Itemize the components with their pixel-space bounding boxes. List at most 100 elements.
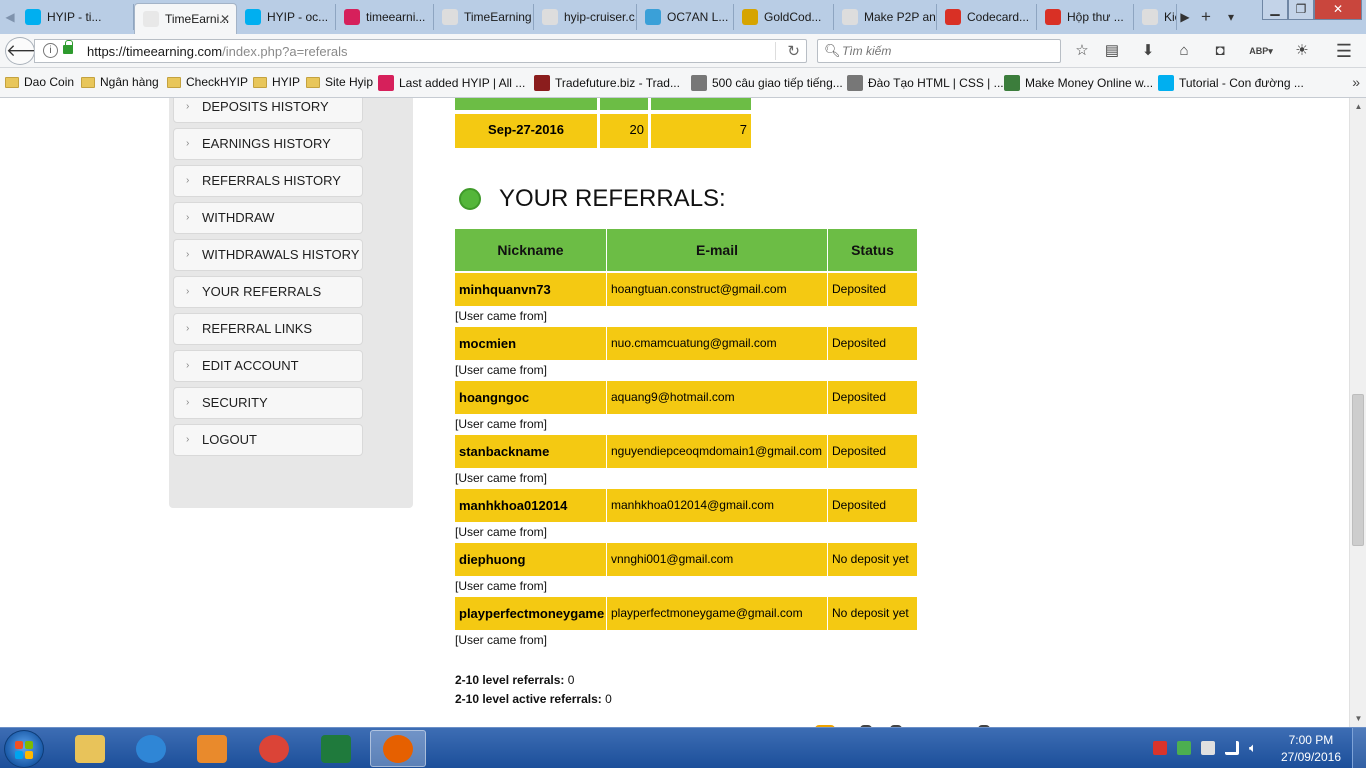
bookmark-link[interactable]: 500 câu giao tiếp tiếng... <box>691 75 843 91</box>
taskbar-firefox[interactable] <box>370 730 426 767</box>
browser-tab[interactable]: Make P2P an... <box>834 4 937 30</box>
deposit-header-cell <box>600 98 648 110</box>
scroll-up-icon[interactable]: ▲ <box>1350 98 1366 115</box>
clock-time: 7:00 PM <box>1288 733 1334 747</box>
bird-icon <box>645 9 661 25</box>
home-icon[interactable]: ⌂ <box>1173 41 1195 61</box>
url-bar[interactable]: i https://timeearning.com/index.php?a=re… <box>34 39 807 63</box>
sidebar-item-withdrawals-history[interactable]: › WITHDRAWALS HISTORY <box>173 239 363 271</box>
user-came-from-text: [User came from] <box>455 309 548 323</box>
allmyhyips-icon <box>344 9 360 25</box>
bookmark-folder[interactable]: CheckHYIP <box>167 75 248 89</box>
bookmark-folder[interactable]: Site Hyip <box>306 75 373 89</box>
taskbar-explorer[interactable] <box>62 730 118 767</box>
bookmark-link[interactable]: Make Money Online w... <box>1004 75 1153 91</box>
browser-tab[interactable]: timeearni... <box>336 4 434 30</box>
bookmark-link[interactable]: Last added HYIP | All ... <box>378 75 525 91</box>
taskbar-media-player[interactable] <box>184 730 240 767</box>
sidebar-item-edit-account[interactable]: › EDIT ACCOUNT <box>173 350 363 382</box>
folder-icon <box>81 76 95 88</box>
taskbar-excel[interactable] <box>308 730 364 767</box>
browser-tab[interactable]: Kiếm <box>1134 4 1177 30</box>
bookmark-star-icon[interactable]: ☆ <box>1071 41 1093 61</box>
browser-tab[interactable]: Hộp thư ... <box>1037 4 1134 30</box>
navigation-toolbar: 🡐 i https://timeearning.com/index.php?a=… <box>0 34 1366 68</box>
tab-label: Codecard... <box>967 10 1030 24</box>
browser-tab[interactable]: OC7AN L... <box>637 4 734 30</box>
referral-status-cell: Deposited <box>828 327 917 360</box>
network-tray-icon[interactable] <box>1177 741 1191 755</box>
browser-tab[interactable]: TimeEarni... ✕ <box>134 3 237 34</box>
info-icon[interactable]: i <box>43 43 58 58</box>
menu-hamburger-icon[interactable]: ☰ <box>1333 41 1355 61</box>
url-divider <box>775 42 776 60</box>
signal-tray-icon[interactable] <box>1225 741 1239 755</box>
referrals-heading: YOUR REFERRALS: <box>459 185 726 213</box>
system-clock[interactable]: 7:00 PM 27/09/2016 <box>1281 732 1341 766</box>
browser-tab[interactable]: GoldCod... <box>734 4 834 30</box>
browser-tab[interactable]: HYIP - oc... <box>237 4 336 30</box>
tab-scroll-left-icon[interactable]: ◀ <box>2 6 18 28</box>
sidebar-item-security[interactable]: › SECURITY <box>173 387 363 419</box>
adblock-icon[interactable]: ABP▾ <box>1245 41 1277 61</box>
search-input[interactable] <box>842 43 1052 59</box>
sidebar-item-referrals-history[interactable]: › REFERRALS HISTORY <box>173 165 363 197</box>
search-bar[interactable]: 🔍︎ <box>817 39 1061 63</box>
bookmark-label: 500 câu giao tiếp tiếng... <box>712 76 843 90</box>
bookmarks-library-icon[interactable]: ▤ <box>1101 41 1123 61</box>
tab-list-button[interactable]: ▾ <box>1223 6 1239 28</box>
extension-icon[interactable]: ☀ <box>1291 41 1313 61</box>
minimize-button[interactable]: ▁ <box>1262 0 1288 20</box>
bookmark-link[interactable]: Tutorial - Con đường ... <box>1158 75 1304 91</box>
start-button[interactable] <box>4 730 44 768</box>
url-path: /index.php?a=referals <box>222 44 348 59</box>
sidebar-item-your-referrals[interactable]: › YOUR REFERRALS <box>173 276 363 308</box>
bookmark-label: Make Money Online w... <box>1025 76 1154 90</box>
chevron-right-icon: › <box>186 175 190 186</box>
security-tray-icon[interactable] <box>1153 741 1167 755</box>
sidebar-item-deposits-history[interactable]: › DEPOSITS HISTORY <box>173 98 363 123</box>
show-desktop-button[interactable] <box>1352 728 1366 768</box>
sidebar-item-withdraw[interactable]: › WITHDRAW <box>173 202 363 234</box>
bookmarks-overflow-icon[interactable]: » <box>1352 74 1360 90</box>
window-close-button[interactable]: ✕ <box>1314 0 1362 20</box>
sidebar-item-earnings-history[interactable]: › EARNINGS HISTORY <box>173 128 363 160</box>
tab-scroll-right-icon[interactable]: ▶ <box>1177 6 1193 28</box>
taskbar-internet-explorer[interactable] <box>123 730 179 767</box>
new-tab-button[interactable]: + <box>1197 6 1215 28</box>
bookmark-folder[interactable]: Ngân hàng <box>81 75 159 89</box>
chevron-right-icon: › <box>186 397 190 408</box>
bookmark-link[interactable]: Tradefuture.biz - Trad... <box>534 75 680 91</box>
reload-icon[interactable]: ↻ <box>787 42 800 60</box>
scroll-down-icon[interactable]: ▼ <box>1350 710 1366 727</box>
referral-nickname-cell: hoangngoc <box>455 381 607 414</box>
referral-email-cell: hoangtuan.construct@gmail.com <box>607 273 828 306</box>
referral-email-cell: vnnghi001@gmail.com <box>607 543 828 576</box>
windows-taskbar: 🔈︎ 7:00 PM 27/09/2016 <box>0 727 1366 768</box>
sidebar-item-referral-links[interactable]: › REFERRAL LINKS <box>173 313 363 345</box>
volume-tray-icon[interactable]: 🔈︎ <box>1249 741 1263 755</box>
taskbar-chrome[interactable] <box>246 730 302 767</box>
vertical-scrollbar[interactable]: ▲ ▼ <box>1349 98 1366 727</box>
deposit-header-cell <box>651 98 751 110</box>
bookmark-folder[interactable]: Dao Coin <box>5 75 74 89</box>
flag-tray-icon[interactable] <box>1201 741 1215 755</box>
scroll-thumb[interactable] <box>1352 394 1364 546</box>
maximize-button[interactable]: ❐ <box>1288 0 1314 20</box>
browser-tab[interactable]: HYIP - ti... <box>17 4 134 30</box>
back-button[interactable]: 🡐 <box>5 37 52 65</box>
pocket-icon[interactable]: ◘ <box>1209 41 1231 61</box>
bookmark-folder[interactable]: HYIP <box>253 75 300 89</box>
download-icon[interactable]: ⬇ <box>1137 41 1159 61</box>
browser-tab[interactable]: hyip-cruiser.c... <box>534 4 637 30</box>
browser-tab[interactable]: Codecard... <box>937 4 1037 30</box>
globe-icon <box>691 75 707 91</box>
bookmark-link[interactable]: Đào Tạo HTML | CSS | ... <box>847 75 1004 91</box>
bookmark-label: Last added HYIP | All ... <box>399 76 526 90</box>
sidebar-item-logout[interactable]: › LOGOUT <box>173 424 363 456</box>
tab-close-icon[interactable]: ✕ <box>220 12 230 26</box>
internet-explorer-icon <box>136 734 166 763</box>
explorer-icon <box>75 734 105 763</box>
browser-tab[interactable]: TimeEarning <box>434 4 534 30</box>
url-text[interactable]: https://timeearning.com/index.php?a=refe… <box>87 44 348 59</box>
